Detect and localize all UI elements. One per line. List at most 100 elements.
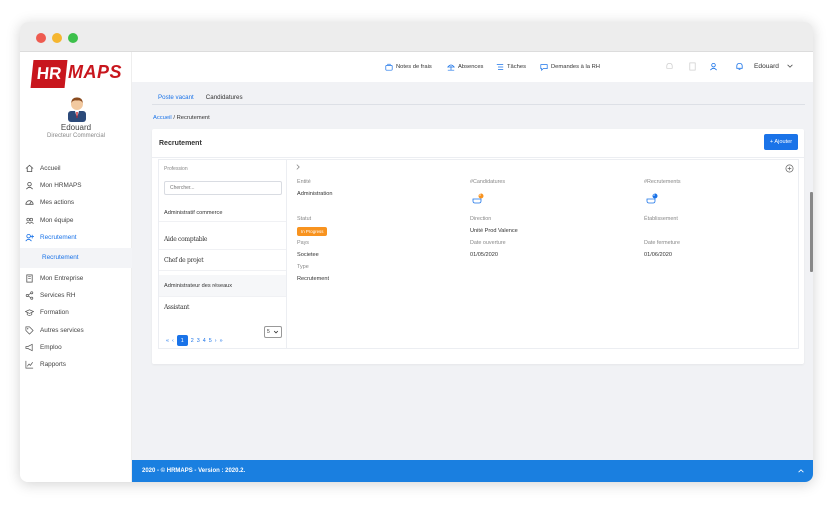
notification-bell-icon-disabled[interactable] [665, 62, 674, 71]
absences-label: Absences [458, 64, 484, 70]
recrutements-count: 0 [653, 193, 655, 197]
recruitment-icon [25, 233, 34, 242]
type-label: Type [297, 264, 309, 270]
close-window-button[interactable] [36, 33, 46, 43]
tag-icon [25, 326, 34, 335]
user-icon [25, 181, 34, 190]
profile-icon[interactable] [709, 62, 718, 71]
footer-text: 2020 - © HRMAPS - Version : 2020.2. [142, 468, 246, 474]
sidebar-item-label: Emploo [40, 343, 62, 351]
tasks-icon [496, 63, 504, 71]
sidebar-item-label: Mon HRMAPS [40, 182, 82, 190]
breadcrumb-home-link[interactable]: Accueil [153, 115, 172, 121]
profession-list-panel: Profession Administratif commerce Aide c… [159, 160, 287, 348]
home-icon [25, 164, 34, 173]
app: HR MAPS Edouard Directeur Commercial Acc… [20, 52, 813, 482]
add-button[interactable]: + Ajouter [764, 134, 798, 150]
minimize-window-button[interactable] [52, 33, 62, 43]
user-name: Edouard [60, 123, 92, 132]
document-icon[interactable] [688, 62, 697, 71]
recruitment-card: Recrutement + Ajouter Profession Adminis… [152, 129, 804, 364]
share-icon [25, 291, 34, 300]
pays-label: Pays [297, 240, 309, 246]
per-page-select[interactable]: 5 [264, 326, 282, 338]
chevron-up-icon[interactable] [797, 467, 805, 475]
sidebar-item-label: Accueil [40, 165, 61, 173]
sidebar-item-autres-services[interactable]: Autres services [20, 322, 132, 339]
message-icon [540, 63, 548, 71]
date-fermeture-value: 01/06/2020 [644, 252, 672, 258]
recruitment-panel: Profession Administratif commerce Aide c… [158, 159, 799, 349]
chevron-right-icon[interactable] [294, 163, 302, 171]
chevron-down-icon[interactable] [786, 62, 794, 70]
profession-item[interactable]: Administrateur des réseaux [159, 275, 286, 297]
sidebar-item-label: Mon équipe [40, 216, 74, 224]
building-icon [25, 274, 34, 283]
notes-de-frais-label: Notes de frais [396, 64, 432, 70]
sidebar-item-mon-equipe[interactable]: Mon équipe [20, 212, 132, 229]
sidebar-subitem-recrutement[interactable]: Recrutement [20, 247, 132, 268]
profession-item[interactable]: Assistant [159, 297, 286, 317]
sidebar-item-services-rh[interactable]: Services RH [20, 287, 132, 304]
page-1-button[interactable]: 1 [176, 335, 188, 346]
breadcrumb-current: Recrutement [176, 115, 210, 121]
sidebar-item-mon-entreprise[interactable]: Mon Entreprise [20, 270, 132, 287]
profession-item[interactable]: Administratif commerce [159, 204, 286, 222]
megaphone-icon [25, 343, 34, 352]
notes-de-frais-link[interactable]: Notes de frais [385, 63, 432, 71]
candidatures-count: 0 [479, 193, 481, 197]
logo-maps-text: MAPS [68, 62, 123, 82]
speedometer-icon [25, 198, 34, 207]
beach-icon [447, 63, 455, 71]
sidebar-item-mon-hrmaps[interactable]: Mon HRMAPS [20, 177, 132, 194]
date-ouverture-label: Date ouverture [470, 240, 506, 246]
etablissement-label: Établissement [644, 216, 678, 222]
taches-link[interactable]: Tâches [496, 63, 526, 71]
add-circle-icon[interactable] [785, 164, 794, 173]
first-page-button[interactable]: « [166, 338, 169, 344]
chevron-down-icon [273, 330, 279, 334]
team-icon [25, 216, 34, 225]
tabs-divider [152, 104, 805, 105]
avatar [68, 97, 86, 122]
profession-item[interactable]: Aide comptable [159, 230, 286, 250]
briefcase-icon [385, 63, 393, 71]
profession-item[interactable]: Chef de projet [159, 251, 286, 271]
chart-icon [25, 360, 34, 369]
pagination: « ‹ 1 2 3 4 5 › » [166, 335, 226, 346]
date-fermeture-label: Date fermeture [644, 240, 680, 246]
per-page-value: 5 [267, 329, 270, 335]
user-menu[interactable]: Edouard [754, 63, 779, 70]
page-4-button[interactable]: 4 [203, 338, 206, 344]
recruitment-details: Entité Administration #Candidatures 0 #R… [288, 160, 798, 348]
last-page-button[interactable]: » [220, 338, 223, 344]
sidebar-item-label: Recrutement [40, 233, 77, 241]
sidebar-item-mes-actions[interactable]: Mes actions [20, 194, 132, 211]
taches-label: Tâches [507, 64, 527, 70]
demandes-rh-link[interactable]: Demandes à la RH [540, 63, 600, 71]
type-value: Recrutement [297, 276, 330, 282]
candidatures-label: #Candidatures [470, 179, 506, 185]
page-3-button[interactable]: 3 [197, 338, 200, 344]
prev-page-button[interactable]: ‹ [172, 338, 174, 344]
sidebar-item-rapports[interactable]: Rapports [20, 356, 132, 373]
scrollbar-thumb[interactable] [810, 192, 813, 272]
recrutements-count-icon[interactable] [646, 193, 658, 205]
profession-search-input[interactable] [164, 181, 282, 195]
direction-value: Unité Prod Valence [470, 228, 518, 234]
absences-link[interactable]: Absences [447, 63, 483, 71]
statut-label: Statut [297, 216, 312, 222]
bell-icon[interactable] [735, 62, 744, 71]
sidebar-item-accueil[interactable]: Accueil [20, 160, 132, 177]
page-5-button[interactable]: 5 [209, 338, 212, 344]
sidebar-item-recrutement[interactable]: Recrutement [20, 229, 132, 246]
next-page-button[interactable]: › [215, 338, 217, 344]
sidebar-item-formation[interactable]: Formation [20, 304, 132, 321]
candidatures-count-icon[interactable] [472, 193, 484, 205]
page-2-button[interactable]: 2 [191, 338, 194, 344]
sidebar-item-emploo[interactable]: Emploo [20, 339, 132, 356]
top-bar: Notes de frais Absences Tâches Demandes … [132, 52, 813, 82]
footer: 2020 - © HRMAPS - Version : 2020.2. [132, 460, 813, 482]
user-role: Directeur Commercial [46, 133, 105, 139]
maximize-window-button[interactable] [68, 33, 78, 43]
